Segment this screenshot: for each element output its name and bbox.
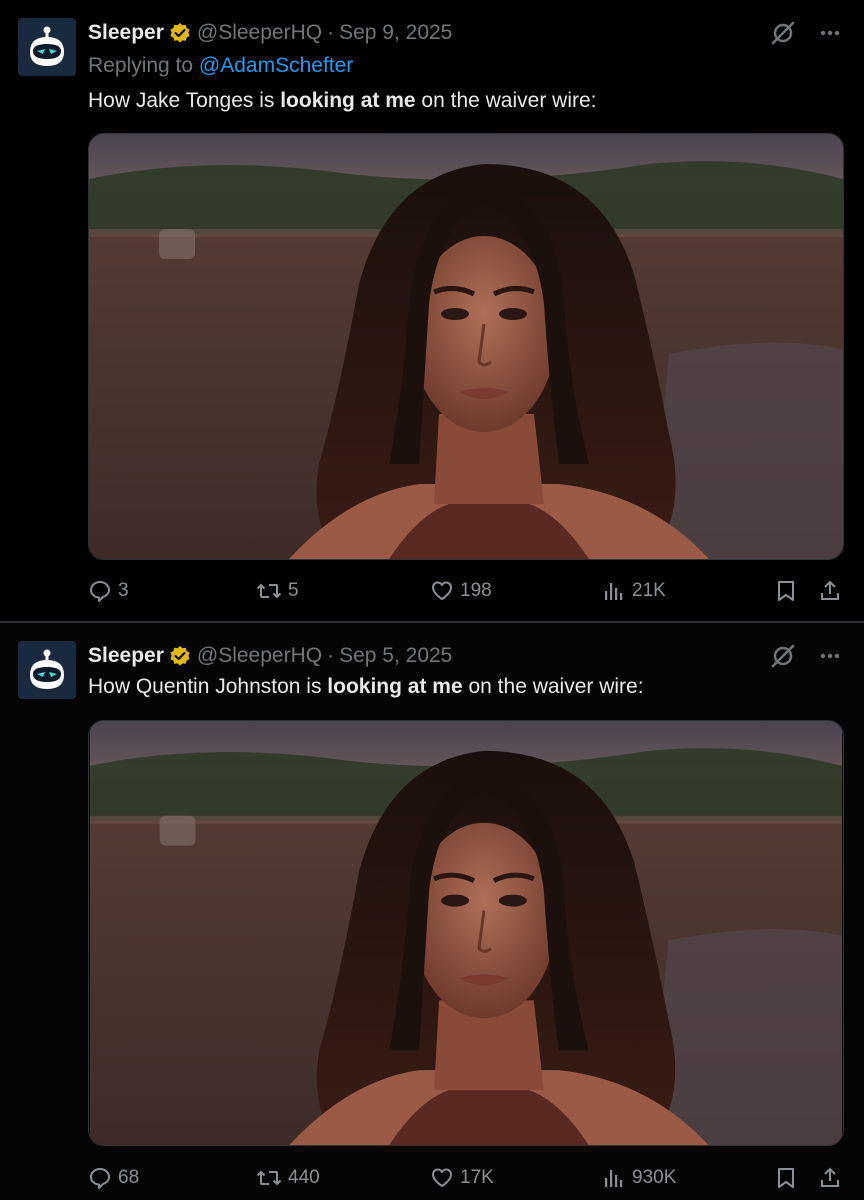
views-icon: [605, 583, 623, 600]
replying-to: Replying to @AdamSchefter: [88, 54, 353, 78]
avatar[interactable]: [18, 18, 76, 76]
reply-icon: [90, 581, 110, 602]
views-button[interactable]: 21K: [602, 574, 666, 608]
like-button[interactable]: 198: [430, 574, 492, 608]
author-handle[interactable]: @SleeperHQ: [197, 644, 322, 668]
like-button[interactable]: 17K: [430, 1161, 494, 1195]
tweet-text-before: How Quentin Johnston is: [88, 675, 328, 698]
verified-badge-icon: [169, 22, 191, 44]
view-count: 930K: [632, 1167, 677, 1188]
replying-mention-link[interactable]: @AdamSchefter: [199, 54, 353, 77]
tweet-actions-bar: 3 5 198 21K: [88, 574, 842, 608]
views-button[interactable]: 930K: [602, 1161, 676, 1195]
tweet-text: How Quentin Johnston is looking at me on…: [88, 675, 644, 699]
tweet-header: Sleeper @SleeperHQ · Sep 9, 2025: [88, 18, 452, 48]
share-icon: [821, 1167, 839, 1187]
more-icon[interactable]: [820, 30, 840, 36]
tweet-1[interactable]: Sleeper @SleeperHQ · Sep 9, 2025 Replyin…: [0, 0, 864, 622]
tweet-text-after: on the waiver wire:: [415, 89, 597, 112]
tweet-top-actions: [770, 18, 840, 48]
views-icon: [605, 1170, 623, 1187]
tweet-image[interactable]: [88, 720, 844, 1146]
sleeper-logo-icon: [18, 641, 76, 699]
tweet-text-bold: looking at me: [280, 89, 416, 112]
heart-icon: [432, 581, 452, 600]
retweet-count: 440: [288, 1167, 320, 1188]
author-handle[interactable]: @SleeperHQ: [197, 21, 322, 45]
replying-prefix: Replying to: [88, 54, 194, 77]
retweet-icon: [256, 583, 282, 599]
sleeper-logo-icon: [18, 18, 76, 76]
retweet-button[interactable]: 440: [256, 1161, 320, 1195]
author-name[interactable]: Sleeper: [88, 21, 164, 45]
tweet-actions-bar: 68 440 17K 930K: [88, 1161, 842, 1195]
tweet-text-bold: looking at me: [327, 675, 463, 698]
grok-icon[interactable]: [770, 20, 796, 46]
author-name[interactable]: Sleeper: [88, 644, 164, 668]
reply-count: 68: [118, 1167, 140, 1188]
reply-button[interactable]: 68: [88, 1161, 139, 1195]
grok-icon[interactable]: [770, 643, 796, 669]
share-icon: [821, 580, 839, 600]
tweet-image[interactable]: [88, 133, 844, 560]
bookmark-icon: [778, 1168, 794, 1188]
tweet-text-before: How Jake Tonges is: [88, 89, 281, 112]
separator-dot: ·: [327, 644, 335, 667]
reply-icon: [90, 1168, 110, 1189]
tweet-2[interactable]: Sleeper @SleeperHQ · Sep 5, 2025 How Que: [0, 623, 864, 1200]
bookmark-button[interactable]: [774, 574, 798, 608]
verified-badge-icon: [169, 645, 191, 667]
share-button[interactable]: [818, 574, 842, 608]
view-count: 21K: [632, 580, 666, 601]
separator-dot: ·: [327, 21, 335, 44]
retweet-button[interactable]: 5: [256, 574, 299, 608]
reply-count: 3: [118, 580, 129, 601]
tweet-top-actions: [770, 641, 840, 671]
more-icon[interactable]: [820, 653, 840, 659]
tweet-date[interactable]: Sep 5, 2025: [339, 644, 452, 668]
share-button[interactable]: [818, 1161, 842, 1195]
tweet-text-after: on the waiver wire:: [462, 675, 644, 698]
retweet-count: 5: [288, 580, 299, 601]
tweet-date[interactable]: Sep 9, 2025: [339, 21, 452, 45]
bookmark-icon: [778, 581, 794, 601]
retweet-icon: [256, 1170, 282, 1186]
heart-icon: [432, 1168, 452, 1187]
like-count: 17K: [460, 1167, 494, 1188]
like-count: 198: [460, 580, 492, 601]
reply-button[interactable]: 3: [88, 574, 129, 608]
tweet-text: How Jake Tonges is looking at me on the …: [88, 89, 597, 113]
bookmark-button[interactable]: [774, 1161, 798, 1195]
avatar[interactable]: [18, 641, 76, 699]
tweet-header: Sleeper @SleeperHQ · Sep 5, 2025: [88, 641, 452, 671]
